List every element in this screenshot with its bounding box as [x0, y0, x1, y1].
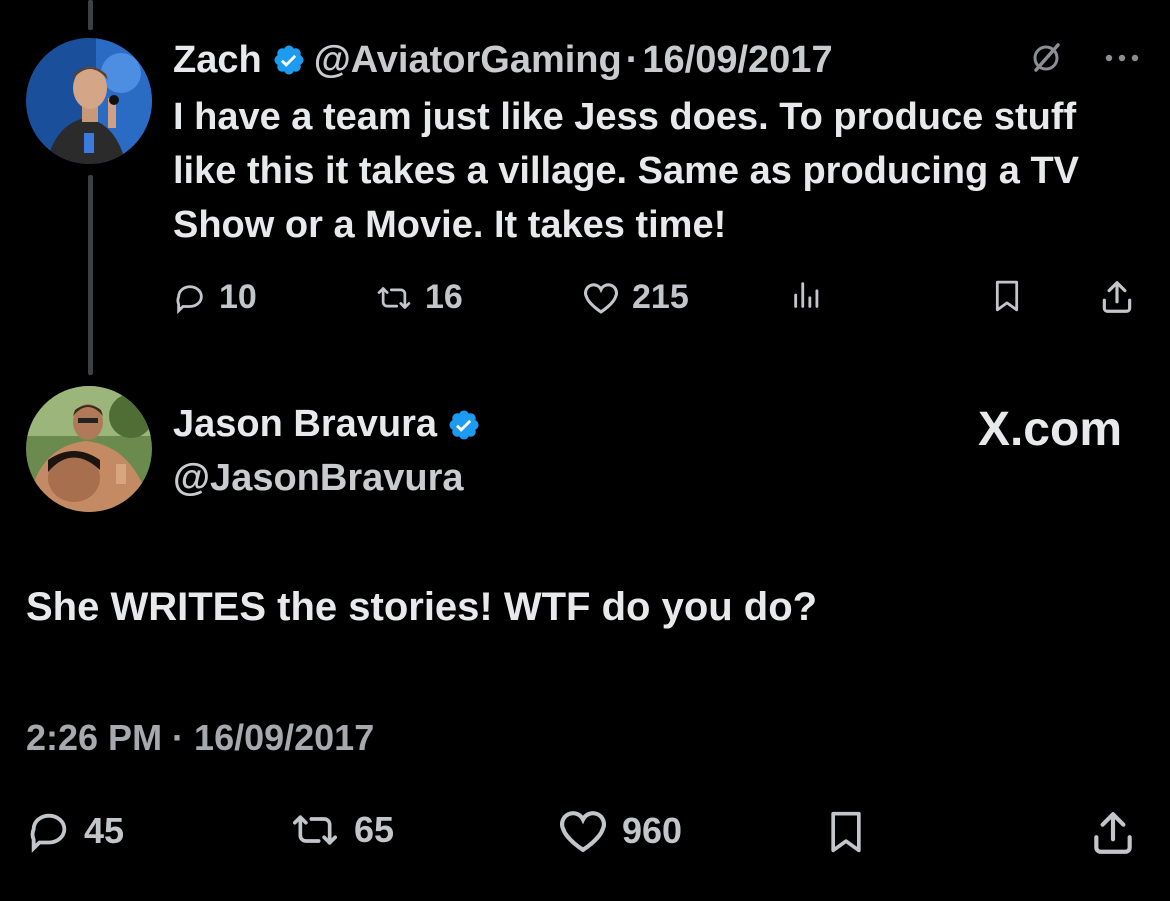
tweet-timestamp[interactable]: 2:26 PM · 16/09/2017: [26, 717, 374, 759]
author-name[interactable]: Zach: [173, 39, 262, 82]
repost-count: 16: [425, 278, 463, 316]
repost-button[interactable]: 16: [375, 278, 463, 317]
like-icon: [582, 281, 620, 315]
bookmark-icon: [990, 278, 1024, 314]
repost-button[interactable]: 65: [288, 808, 394, 852]
share-button[interactable]: [1098, 278, 1136, 316]
reply-button[interactable]: 45: [26, 808, 124, 854]
reply-icon: [26, 808, 72, 854]
tweet-date[interactable]: 16/09/2017: [642, 39, 832, 82]
like-count: 215: [632, 278, 689, 316]
views-button[interactable]: [790, 278, 824, 312]
repost-icon: [288, 808, 342, 852]
x-logo-label: X.com: [977, 403, 1122, 456]
reply-count: 10: [219, 278, 257, 316]
reply-tweet-header: Zach @AviatorGaming · 16/09/2017: [173, 38, 833, 82]
repost-count: 65: [354, 809, 395, 850]
avatar-jason[interactable]: [26, 386, 152, 512]
reply-icon: [173, 281, 207, 315]
reply-tweet-actions: 10 16 215: [0, 278, 1170, 318]
share-icon: [1088, 808, 1138, 858]
share-button[interactable]: [1088, 808, 1138, 858]
author-handle[interactable]: @AviatorGaming: [314, 39, 622, 82]
grok-icon[interactable]: [1028, 40, 1064, 76]
bookmark-button[interactable]: [824, 808, 868, 856]
more-icon[interactable]: [1104, 52, 1140, 64]
thread-line: [88, 175, 93, 375]
separator-dot: ·: [625, 38, 639, 81]
verified-badge-icon: [272, 43, 306, 77]
author-handle[interactable]: @JasonBravura: [173, 457, 464, 500]
share-icon: [1098, 278, 1136, 316]
reply-count: 45: [84, 810, 125, 851]
main-tweet-author[interactable]: Jason Bravura: [173, 403, 489, 446]
like-button[interactable]: 215: [582, 278, 689, 317]
views-icon: [790, 278, 824, 312]
reply-button[interactable]: 10: [173, 278, 257, 317]
bookmark-icon: [824, 808, 868, 856]
thread-line-top: [88, 0, 93, 30]
main-tweet-actions: 45 65 960: [0, 808, 1170, 854]
author-name[interactable]: Jason Bravura: [173, 403, 437, 446]
bookmark-button[interactable]: [990, 278, 1024, 314]
repost-icon: [375, 281, 413, 315]
reply-tweet-text: I have a team just like Jess does. To pr…: [173, 96, 1080, 246]
reply-tweet-top-icons: [1028, 40, 1140, 76]
like-count: 960: [622, 810, 683, 851]
main-tweet-text: She WRITES the stories! WTF do you do?: [26, 585, 818, 629]
like-icon: [556, 808, 610, 854]
verified-badge-icon: [447, 408, 481, 442]
like-button[interactable]: 960: [556, 808, 682, 854]
avatar-zach[interactable]: [26, 38, 152, 164]
